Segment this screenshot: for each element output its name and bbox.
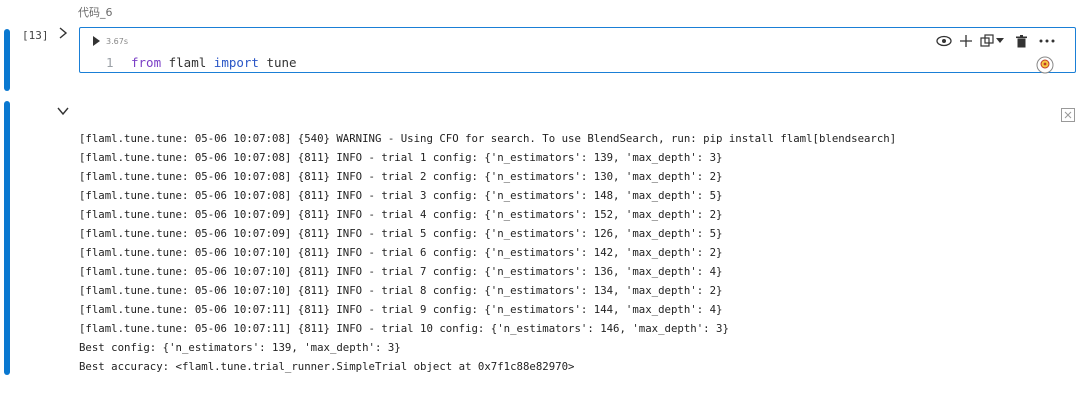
chevron-down-collapse-icon[interactable] [56,104,70,118]
execution-count: [13] [22,29,49,42]
chevron-down-icon[interactable] [996,32,1004,50]
code-keyword-from: from [131,55,162,70]
output-line: [flaml.tune.tune: 05-06 10:07:11] {811} … [79,322,729,335]
execution-time: 3.67s [106,37,128,46]
copy-icon[interactable] [980,32,994,50]
chevron-right-icon[interactable] [56,26,70,40]
output-line: Best config: {'n_estimators': 139, 'max_… [79,341,401,354]
cell-selection-bar[interactable] [4,29,10,91]
output-line: [flaml.tune.tune: 05-06 10:07:08] {811} … [79,189,723,202]
run-icon[interactable] [92,36,101,46]
output-selection-bar[interactable] [4,101,10,375]
cell-toolbar [936,32,1063,50]
output-line: [flaml.tune.tune: 05-06 10:07:08] {811} … [79,151,723,164]
output-line: [flaml.tune.tune: 05-06 10:07:09] {811} … [79,208,723,221]
code-input-editor[interactable]: 3.67s 1 from flaml import tune [79,27,1076,73]
output-line: [flaml.tune.tune: 05-06 10:07:10] {811} … [79,284,723,297]
code-line[interactable]: from flaml import tune [131,55,297,70]
code-module-name: flaml [161,55,214,70]
output-line: [flaml.tune.tune: 05-06 10:07:11] {811} … [79,303,723,316]
output-line: [flaml.tune.tune: 05-06 10:07:10] {811} … [79,246,723,259]
output-line: [flaml.tune.tune: 05-06 10:07:10] {811} … [79,265,723,278]
output-line: [flaml.tune.tune: 05-06 10:07:08] {540} … [79,132,897,145]
more-icon[interactable] [1039,32,1055,50]
code-keyword-import: import [213,55,259,70]
notebook-page: 代码_6 [13] 3.67s 1 from flaml import tune [0,0,1080,405]
code-imported-name: tune [258,55,297,70]
line-number: 1 [106,55,114,70]
output-text: [flaml.tune.tune: 05-06 10:07:08] {540} … [79,129,896,376]
clear-output-icon[interactable] [1061,108,1075,122]
output-line: Best accuracy: <flaml.tune.trial_runner.… [79,360,575,373]
output-line: [flaml.tune.tune: 05-06 10:07:08] {811} … [79,170,723,183]
cell-title: 代码_6 [78,6,113,19]
output-line: [flaml.tune.tune: 05-06 10:07:09] {811} … [79,227,723,240]
eye-icon[interactable] [936,32,952,50]
plus-icon[interactable] [960,32,972,50]
trash-icon[interactable] [1016,32,1027,50]
ai-assistant-icon[interactable] [1036,56,1054,74]
